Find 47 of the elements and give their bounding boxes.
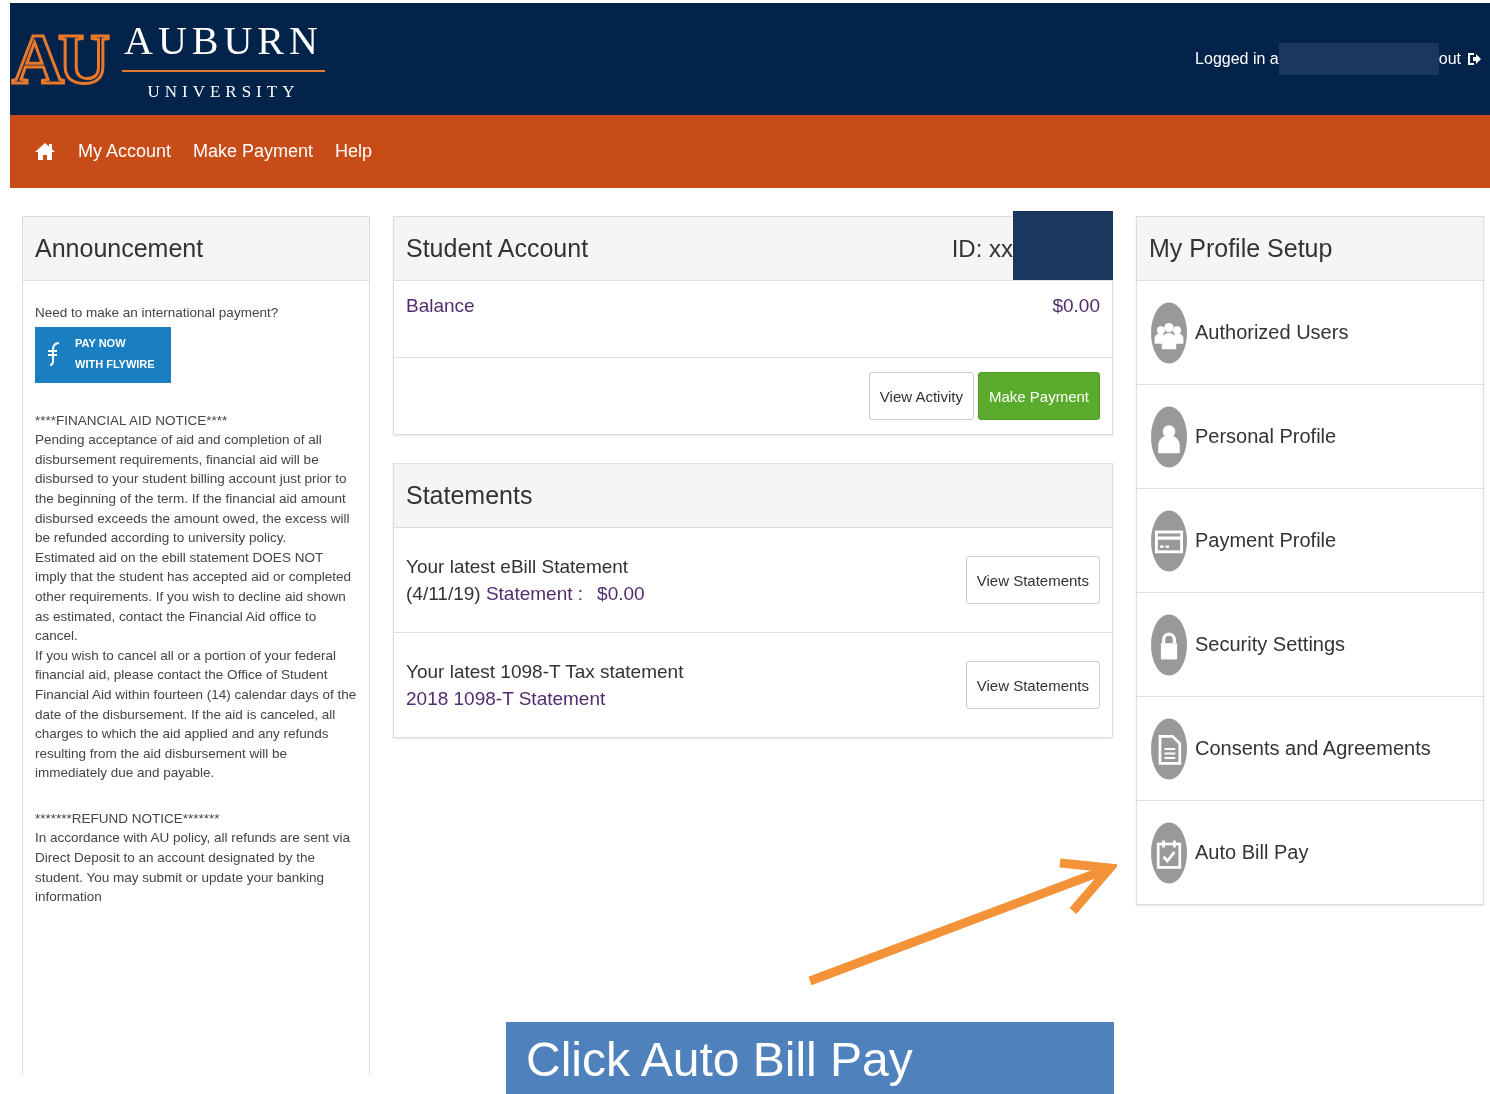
- statement-link[interactable]: 2018 1098-T Statement: [406, 688, 606, 709]
- statement-link[interactable]: Statement :: [485, 583, 584, 604]
- panel-title: My Profile Setup: [1149, 234, 1333, 263]
- statement-date: (4/11/19): [406, 583, 482, 604]
- view-activity-button[interactable]: View Activity: [868, 372, 974, 420]
- announcement-text: Need to make an international payment?: [35, 304, 280, 322]
- profile-setup-link[interactable]: Payment Profile: [1195, 529, 1337, 552]
- logo-mark: AU: [12, 23, 107, 95]
- notice-paragraph: Estimated aid on the ebill statement DOES NOT imply that the student has accepted aid or completed other requirements. If you wish to decline aid shown as estimated, contact the Financial Aid office to cancel.: [35, 548, 352, 646]
- nav-link[interactable]: Help: [335, 141, 373, 162]
- statement-heading: Your latest eBill Statement: [406, 555, 630, 579]
- view-statements-button[interactable]: View Statements: [965, 556, 1100, 604]
- logo-wordmark: AUBURN: [122, 16, 325, 72]
- notice-paragraph: In accordance with AU policy, all refunds are sent via Direct Deposit to an account designated by the student. You may submit or update your banking information: [35, 829, 351, 907]
- view-statements-button[interactable]: View Statements: [965, 661, 1100, 709]
- profile-setup-link[interactable]: Security Settings: [1195, 633, 1346, 656]
- statement-amount: $0.00: [597, 583, 645, 604]
- card-icon: [1151, 508, 1187, 573]
- lock-icon: [1151, 612, 1187, 677]
- notice-heading: *******REFUND NOTICE*******: [35, 809, 221, 828]
- users-icon: [1151, 300, 1187, 365]
- logo-subtitle: UNIVERSITY: [147, 81, 300, 102]
- balance-amount: $0.00: [1052, 295, 1100, 318]
- logout-link[interactable]: out: [1438, 50, 1461, 68]
- home-icon[interactable]: [34, 140, 56, 163]
- logout-icon[interactable]: [1466, 51, 1482, 67]
- panel-title: Statements: [406, 481, 533, 510]
- nav-link[interactable]: Make Payment: [193, 141, 314, 162]
- flywire-pay-button[interactable]: PAY NOW WITH FLYWIRE: [35, 326, 171, 383]
- person-icon: [1151, 404, 1187, 469]
- profile-setup-link[interactable]: Auto Bill Pay: [1195, 841, 1309, 864]
- statement-heading: Your latest 1098-T Tax statement: [406, 660, 684, 684]
- instruction-banner: Click Auto Bill Pay: [506, 1022, 1114, 1094]
- login-status: Logged in a: [1195, 50, 1279, 68]
- calendar-icon: [1151, 820, 1187, 885]
- student-id: ID: xx: [951, 234, 1013, 263]
- notice-paragraph: Pending acceptance of aid and completion of all disbursement requirements, financial aid will be disbursed to your student billing account just prior to the beginning of the term. If the financial aid amount disbursed exceeds the amount owed, the excess will be refunded according to university policy.: [35, 431, 351, 548]
- document-icon: [1151, 716, 1187, 781]
- panel-title: Student Account: [406, 234, 589, 263]
- profile-setup-link[interactable]: Personal Profile: [1195, 425, 1337, 448]
- notice-heading: ****FINANCIAL AID NOTICE****: [35, 411, 229, 430]
- profile-setup-link[interactable]: Authorized Users: [1195, 321, 1349, 344]
- profile-setup-link[interactable]: Consents and Agreements: [1195, 737, 1431, 760]
- balance-label: Balance: [406, 295, 475, 318]
- panel-title: Announcement: [35, 234, 204, 263]
- notice-paragraph: If you wish to cancel all or a portion of your federal financial aid, please contact the Office of Student Financial Aid within fourteen (14) calendar days of the date of the disbursement. If the aid is canceled, all charges to which the aid applied and any refunds resulting from the aid disbursement will be immediately due and payable.: [35, 646, 357, 783]
- nav-link[interactable]: My Account: [78, 141, 172, 162]
